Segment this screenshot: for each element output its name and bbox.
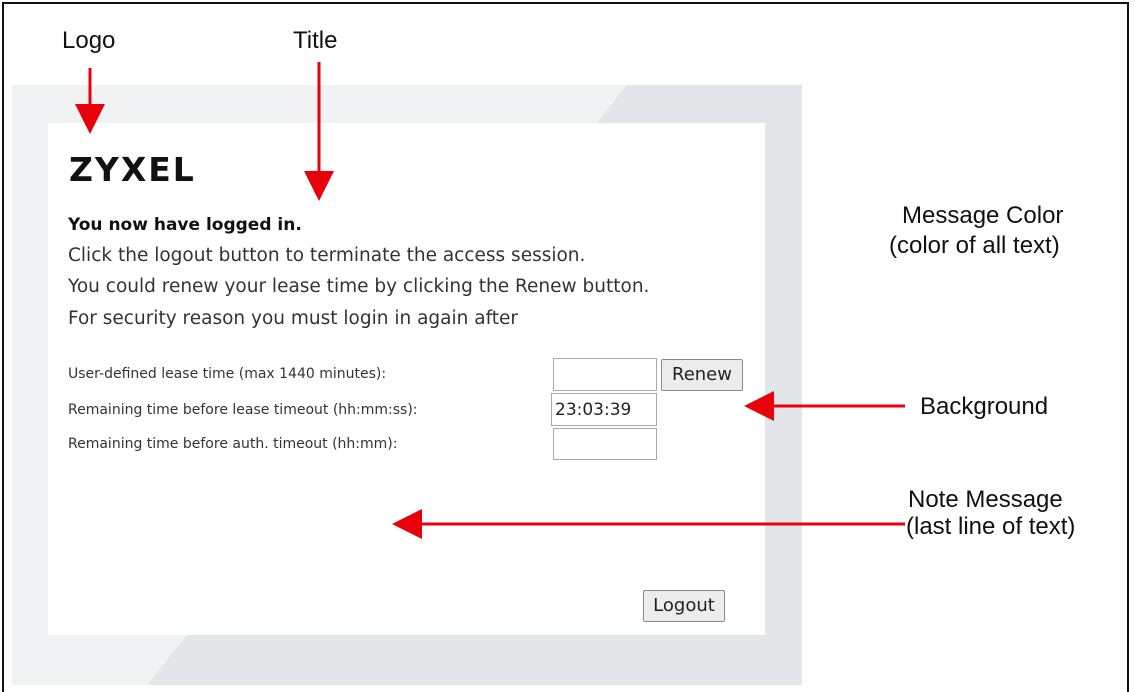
callout-arrows (75, 62, 905, 539)
